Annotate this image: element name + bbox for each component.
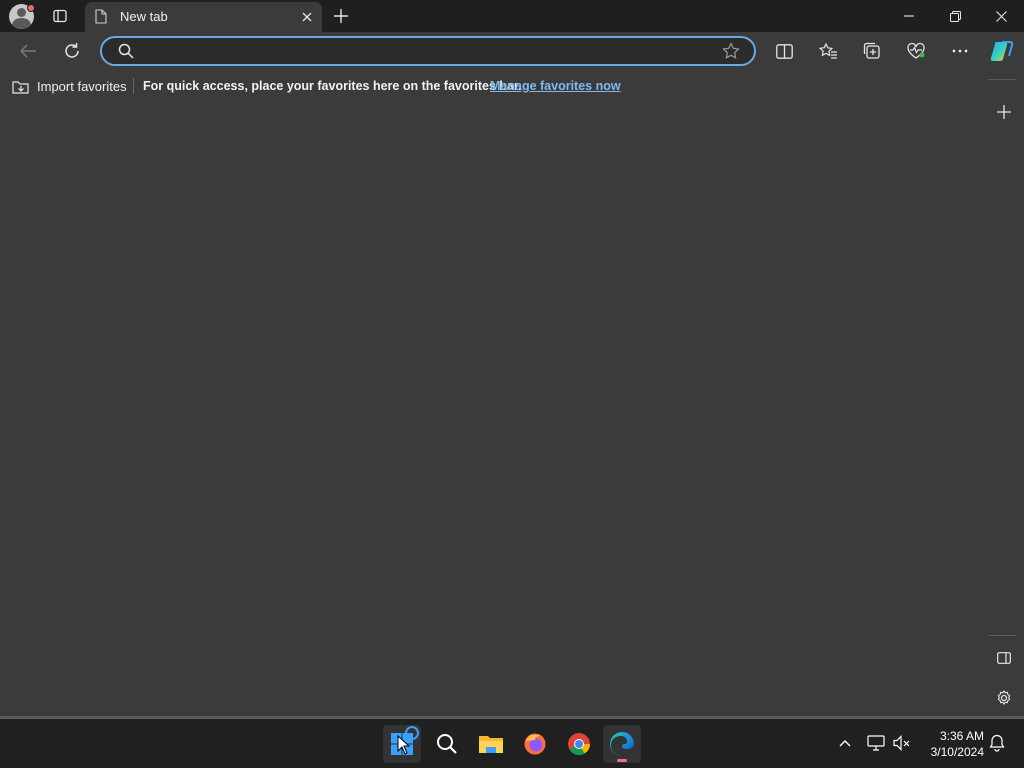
notifications-icon[interactable] (986, 731, 1008, 755)
favorites-bar: Import favorites For quick access, place… (0, 70, 988, 102)
sidebar-divider (988, 635, 1016, 636)
minimize-icon[interactable] (886, 0, 932, 32)
start-icon[interactable] (383, 725, 421, 763)
tab-title: New tab (120, 9, 168, 24)
sidebar-divider (988, 79, 1016, 80)
tab-actions-icon[interactable] (48, 4, 72, 28)
close-window-icon[interactable] (978, 0, 1024, 32)
refresh-icon[interactable] (58, 37, 86, 65)
import-favorites-button[interactable]: Import favorites (12, 77, 127, 95)
toolbar (0, 32, 1024, 70)
collections-icon[interactable] (858, 37, 886, 65)
network-icon[interactable] (865, 731, 887, 755)
manage-favorites-link[interactable]: Manage favorites now (490, 79, 621, 93)
back-icon[interactable] (14, 37, 42, 65)
restore-icon[interactable] (932, 0, 978, 32)
split-screen-icon[interactable] (770, 37, 798, 65)
page-content (0, 102, 988, 716)
edge-sidebar (988, 70, 1024, 718)
address-bar[interactable] (100, 36, 756, 66)
mouse-cursor-icon (397, 735, 411, 755)
edge-icon[interactable] (603, 725, 641, 763)
chrome-icon[interactable] (560, 725, 598, 763)
search-icon (118, 43, 134, 64)
profile-notification-badge (27, 4, 35, 12)
more-icon[interactable] (946, 37, 974, 65)
title-bar: New tab (0, 0, 1024, 32)
clock-time: 3:36 AM (939, 729, 984, 743)
new-tab-icon[interactable] (330, 5, 352, 27)
favorite-star-icon[interactable] (722, 42, 740, 65)
address-input[interactable] (142, 41, 722, 61)
taskbar: 3:36 AM 3/10/2024 (0, 719, 1024, 768)
import-favorites-label: Import favorites (37, 78, 127, 94)
volume-muted-icon[interactable] (891, 731, 913, 755)
clock[interactable]: 3:36 AM 3/10/2024 (918, 728, 984, 760)
clock-date: 3/10/2024 (930, 745, 984, 759)
favorites-bar-message: For quick access, place your favorites h… (143, 79, 522, 93)
import-favorites-icon (12, 80, 29, 94)
close-tab-icon[interactable] (298, 8, 316, 26)
browser-essentials-icon[interactable] (902, 37, 930, 65)
search-icon[interactable] (428, 725, 466, 763)
page-icon (95, 9, 107, 29)
tab-new-tab[interactable]: New tab (85, 2, 322, 32)
file-explorer-icon[interactable] (472, 725, 510, 763)
add-sidebar-icon[interactable] (990, 98, 1018, 126)
copilot-icon[interactable] (988, 37, 1016, 65)
firefox-icon[interactable] (516, 725, 554, 763)
show-hidden-icons-icon[interactable] (834, 731, 856, 755)
active-app-indicator (617, 759, 627, 762)
settings-icon[interactable] (990, 684, 1018, 712)
favorites-icon[interactable] (814, 37, 842, 65)
favorites-divider (133, 78, 134, 94)
hide-sidebar-icon[interactable] (990, 644, 1018, 672)
